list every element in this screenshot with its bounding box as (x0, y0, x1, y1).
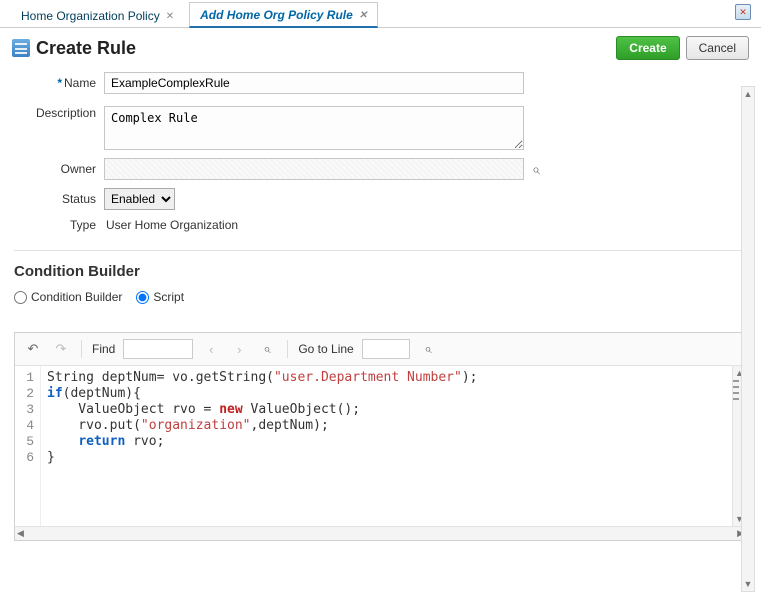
divider (14, 250, 747, 251)
page-title: Create Rule (36, 38, 610, 59)
redo-icon: ↷ (51, 340, 71, 358)
radio-script[interactable]: Script (136, 290, 184, 304)
collapse-handle-icon[interactable] (733, 380, 739, 400)
close-icon[interactable]: ✕ (359, 10, 367, 21)
search-icon[interactable]: ⌕ (532, 161, 540, 178)
type-label: Type (14, 218, 104, 232)
description-input[interactable] (104, 106, 524, 150)
divider (287, 340, 288, 358)
owner-input[interactable] (104, 158, 524, 180)
code-editor: ↶ ↷ Find ‹ › ⌕ Go to Line ⌕ 1 2 3 4 5 6 … (14, 332, 747, 541)
chevron-left-icon[interactable]: ◀ (17, 528, 24, 539)
form-area: *Name Description Owner ⌕ Status Enabled… (0, 64, 761, 246)
find-next-icon[interactable]: › (229, 340, 249, 358)
code-content[interactable]: String deptNum= vo.getString("user.Depar… (41, 366, 732, 526)
close-icon[interactable]: ✕ (166, 11, 174, 22)
chevron-down-icon[interactable]: ▼ (744, 577, 753, 591)
line-gutter: 1 2 3 4 5 6 (15, 366, 41, 526)
tab-home-org-policy[interactable]: Home Organization Policy ✕ (10, 3, 185, 27)
name-label: *Name (14, 76, 104, 90)
section-title: Condition Builder (0, 259, 761, 286)
cancel-button[interactable]: Cancel (686, 36, 749, 60)
editor-hscroll[interactable]: ◀ ▶ (15, 526, 746, 540)
find-label: Find (92, 342, 115, 356)
page-action-icon[interactable]: ✕ (735, 4, 751, 20)
page-vscroll[interactable]: ▲ ▼ (741, 86, 755, 592)
status-label: Status (14, 192, 104, 206)
description-label: Description (14, 106, 104, 120)
goto-label: Go to Line (298, 342, 353, 356)
tab-label: Add Home Org Policy Rule (200, 8, 353, 22)
divider (81, 340, 82, 358)
tab-label: Home Organization Policy (21, 9, 160, 23)
rule-icon (12, 39, 30, 57)
condition-mode-radio: Condition Builder Script (0, 286, 761, 314)
chevron-up-icon[interactable]: ▲ (744, 87, 753, 101)
goto-line-input[interactable] (362, 339, 410, 359)
page-header: Create Rule Create Cancel (0, 28, 761, 64)
editor-toolbar: ↶ ↷ Find ‹ › ⌕ Go to Line ⌕ (15, 333, 746, 366)
name-input[interactable] (104, 72, 524, 94)
search-icon[interactable]: ⌕ (418, 340, 438, 358)
tab-bar: Home Organization Policy ✕ Add Home Org … (0, 0, 761, 28)
owner-label: Owner (14, 162, 104, 176)
search-icon[interactable]: ⌕ (257, 340, 277, 358)
status-select[interactable]: Enabled (104, 188, 175, 210)
undo-icon[interactable]: ↶ (23, 340, 43, 358)
find-prev-icon[interactable]: ‹ (201, 340, 221, 358)
radio-condition-builder[interactable]: Condition Builder (14, 290, 122, 304)
find-input[interactable] (123, 339, 193, 359)
create-button[interactable]: Create (616, 36, 679, 60)
tab-add-home-org-policy-rule[interactable]: Add Home Org Policy Rule ✕ (189, 2, 378, 28)
type-value: User Home Organization (104, 218, 238, 232)
